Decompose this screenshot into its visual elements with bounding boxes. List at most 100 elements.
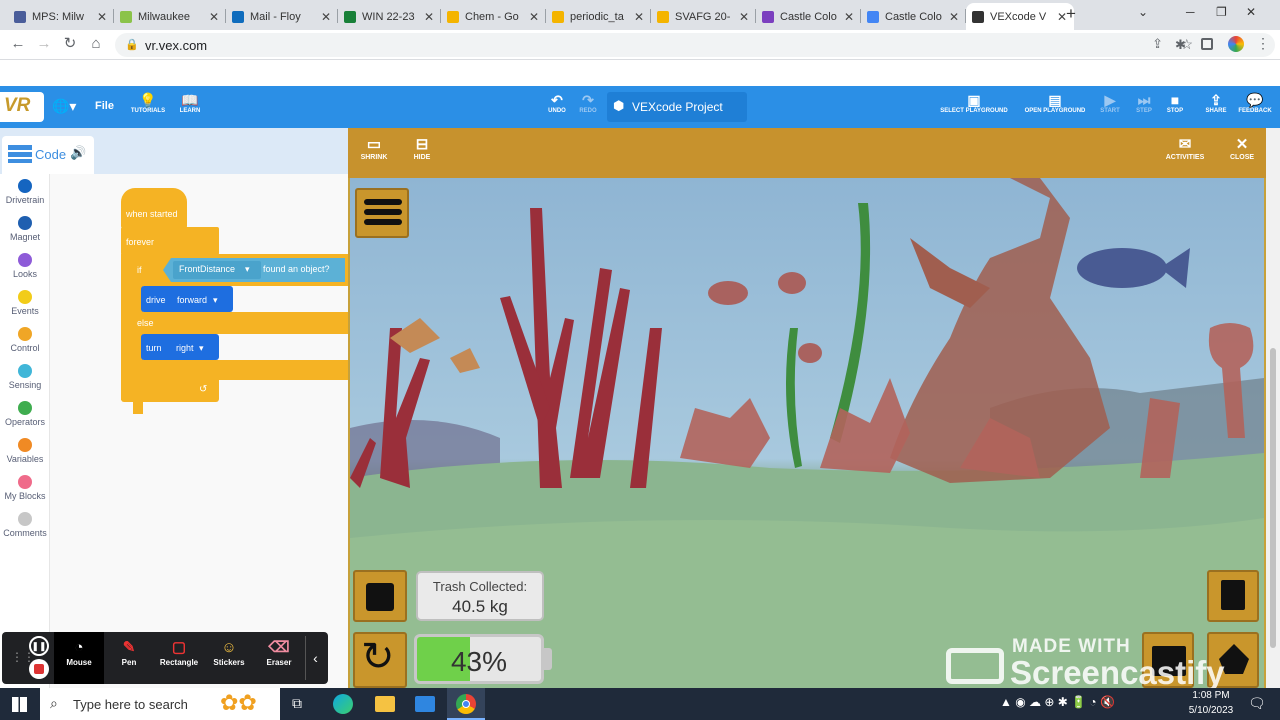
forward-icon[interactable]: → [34, 34, 54, 54]
sensor-condition[interactable]: FrontDistance ▾ found an object? [163, 258, 345, 282]
browser-tab[interactable]: periodic_ta ✕ [546, 3, 651, 30]
page-scrollbar[interactable] [1266, 128, 1280, 688]
language-globe-icon[interactable]: 🌐▾ [52, 98, 76, 115]
browser-tab[interactable]: Castle Colo ✕ [861, 3, 966, 30]
tab-close-icon[interactable]: ✕ [528, 10, 540, 24]
tab-close-icon[interactable]: ✕ [423, 10, 435, 24]
category-label: Sensing [8, 380, 42, 390]
else-block[interactable]: else [133, 312, 348, 334]
url-box[interactable]: 🔒 vr.vex.com ⇪ ☆ [115, 33, 1275, 57]
camera-view-button[interactable] [1207, 570, 1259, 622]
close-playground-button[interactable]: ✕ CLOSE [1226, 136, 1258, 161]
browser-tab[interactable]: Mail - Floy ✕ [226, 3, 338, 30]
tab-close-icon[interactable]: ✕ [208, 10, 220, 24]
system-tray-icons[interactable]: ▲ ◉ ☁ ⊕ ✱ 🔋 ◔ 🔇 [1000, 695, 1115, 709]
reload-icon[interactable]: ↻ [60, 34, 80, 54]
redo-button[interactable]: ↷ REDO [575, 92, 601, 114]
tab-close-icon[interactable]: ✕ [320, 10, 332, 24]
collapse-toolbar-icon[interactable]: ‹ [305, 636, 325, 680]
share-page-icon[interactable]: ⇪ [1152, 36, 1163, 52]
home-icon[interactable]: ⌂ [86, 34, 106, 54]
stop-recording-button[interactable] [29, 659, 49, 679]
tab-search-icon[interactable]: ⌄ [1138, 5, 1148, 19]
scene-menu-button[interactable] [355, 188, 409, 238]
tutorials-button[interactable]: 💡 TUTORIALS [126, 92, 170, 114]
file-menu[interactable]: File [95, 100, 114, 112]
feedback-button[interactable]: 💬 FEEDBACK [1235, 92, 1275, 114]
project-title[interactable]: VEXcode Project [632, 100, 723, 114]
category-magnet[interactable]: Magnet [0, 216, 50, 242]
scene-reset-button[interactable]: ↻ [353, 632, 407, 688]
recorder-tool-mouse[interactable]: ◔ Mouse [54, 632, 104, 684]
undo-button[interactable]: ↶ UNDO [544, 92, 570, 114]
notification-icon[interactable]: 🗨 [1248, 695, 1266, 712]
task-view-icon[interactable]: ⧉ [292, 695, 302, 712]
category-variables[interactable]: Variables [0, 438, 50, 464]
category-comments[interactable]: Comments [0, 512, 50, 538]
select-playground-button[interactable]: ▣ SELECT PLAYGROUND [935, 92, 1013, 114]
project-title-box[interactable]: ⬢ VEXcode Project [607, 92, 747, 122]
new-tab-button[interactable]: + [1066, 4, 1076, 24]
recorder-tool-rectangle[interactable]: ▢ Rectangle [154, 638, 204, 667]
scene-stop-button[interactable] [353, 570, 407, 622]
browser-tab[interactable]: Chem - Go ✕ [441, 3, 546, 30]
shrink-button[interactable]: ▭ SHRINK [358, 136, 390, 161]
url-text[interactable]: vr.vex.com [145, 38, 207, 53]
file-explorer-icon[interactable] [375, 696, 395, 712]
category-control[interactable]: Control [0, 327, 50, 353]
chrome-taskbar-button[interactable] [447, 688, 485, 720]
window-close-icon[interactable]: ✕ [1246, 5, 1256, 19]
tab-close-icon[interactable]: ✕ [948, 10, 960, 24]
extensions-icon[interactable]: ✱ [1175, 37, 1186, 53]
learn-button[interactable]: 📖 LEARN [170, 92, 210, 114]
browser-tab[interactable]: SVAFG 20- ✕ [651, 3, 756, 30]
category-sensing[interactable]: Sensing [0, 364, 50, 390]
recorder-tool-pen[interactable]: ✎ Pen [104, 638, 154, 667]
speaker-icon[interactable]: 🔊 [70, 145, 86, 161]
category-drivetrain[interactable]: Drivetrain [0, 179, 50, 205]
step-button[interactable]: ⏭ STEP [1131, 92, 1157, 114]
tab-close-icon[interactable]: ✕ [633, 10, 645, 24]
category-my-blocks[interactable]: My Blocks [0, 475, 50, 501]
code-tab[interactable]: Code 🔊 [2, 136, 94, 174]
open-playground-button[interactable]: ▤ OPEN PLAYGROUND [1018, 92, 1092, 114]
drive-block[interactable]: drive forward ▾ [141, 286, 233, 312]
mail-icon[interactable] [415, 696, 435, 712]
browser-tab[interactable]: WIN 22-23 ✕ [338, 3, 441, 30]
back-icon[interactable]: ← [8, 34, 28, 54]
tab-close-icon[interactable]: ✕ [843, 10, 855, 24]
category-looks[interactable]: Looks [0, 253, 50, 279]
menu-kebab-icon[interactable]: ⋮ [1256, 35, 1270, 52]
turn-block[interactable]: turn right ▾ [141, 334, 219, 360]
if-block[interactable]: if FrontDistance ▾ found an object? [133, 254, 348, 286]
tab-close-icon[interactable]: ✕ [96, 10, 108, 24]
side-panel-icon[interactable] [1201, 38, 1213, 50]
forever-block[interactable]: forever [121, 227, 219, 255]
share-button[interactable]: ⇪ SHARE [1202, 92, 1230, 114]
browser-tab[interactable]: Castle Colo ✕ [756, 3, 861, 30]
category-operators[interactable]: Operators [0, 401, 50, 427]
clock-date[interactable]: 5/10/2023 [1180, 705, 1242, 716]
browser-tab[interactable]: Milwaukee ✕ [114, 3, 226, 30]
script-area[interactable]: when started forever if FrontDistance ▾ … [50, 174, 348, 688]
browser-tab[interactable]: MPS: Milw ✕ [8, 3, 114, 30]
windows-start-icon[interactable] [12, 697, 27, 712]
activities-button[interactable]: ✉ ACTIVITIES [1160, 136, 1210, 161]
recorder-tool-eraser[interactable]: ⌫ Eraser [254, 638, 304, 667]
when-started-block[interactable]: when started [121, 188, 187, 228]
profile-avatar[interactable] [1228, 36, 1244, 52]
clock-time[interactable]: 1:08 PM [1186, 690, 1236, 701]
maximize-icon[interactable]: ❐ [1216, 5, 1227, 19]
category-events[interactable]: Events [0, 290, 50, 316]
hide-button[interactable]: ⊟ HIDE [408, 136, 436, 161]
pause-icon[interactable]: ❚❚ [29, 636, 49, 656]
browser-tab[interactable]: VEXcode V ✕ [966, 3, 1074, 30]
minimize-icon[interactable]: ─ [1186, 5, 1195, 19]
tab-close-icon[interactable]: ✕ [738, 10, 750, 24]
edge-icon[interactable] [333, 694, 353, 714]
start-button[interactable]: ▶ START [1097, 92, 1123, 114]
taskbar-search-box[interactable]: ⌕ Type here to search ✿✿ [40, 688, 280, 720]
playground-select-icon: ▣ [967, 92, 981, 108]
stop-button[interactable]: ■ STOP [1162, 92, 1188, 114]
recorder-tool-stickers[interactable]: ☺ Stickers [204, 638, 254, 667]
